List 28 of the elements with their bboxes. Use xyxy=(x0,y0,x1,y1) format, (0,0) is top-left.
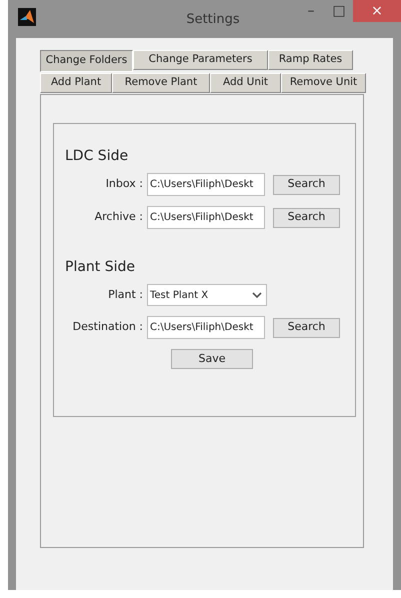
field-label: Plant : xyxy=(107,286,144,303)
section-heading: Plant Side xyxy=(65,258,136,277)
plant-dropdown[interactable]: Test Plant X xyxy=(147,284,267,306)
tab[interactable]: Change Folders xyxy=(40,50,133,72)
tab[interactable]: Add Plant xyxy=(40,73,112,93)
tab[interactable]: Add Unit xyxy=(210,73,281,93)
search-button[interactable]: Search xyxy=(273,174,340,194)
minimize-button[interactable]: – xyxy=(297,0,325,22)
search-button[interactable]: Search xyxy=(273,318,340,338)
maximize-button[interactable]: □ xyxy=(325,0,353,22)
close-button[interactable]: × xyxy=(353,0,401,22)
path-field[interactable]: C:\Users\Filiph\Deskt xyxy=(147,206,265,229)
search-button[interactable]: Search xyxy=(273,208,340,228)
window-title: Settings xyxy=(185,11,241,29)
field-label: Destination : xyxy=(72,319,144,336)
dropdown-value: Test Plant X xyxy=(150,288,208,302)
caret-icon xyxy=(250,290,264,300)
tab[interactable]: Remove Unit xyxy=(281,73,366,93)
tab[interactable]: Remove Plant xyxy=(112,73,210,93)
app-icon xyxy=(18,8,36,26)
section-heading: LDC Side xyxy=(65,147,130,166)
tab[interactable]: Ramp Rates xyxy=(268,50,353,70)
field-label: Archive : xyxy=(94,209,144,226)
path-field[interactable]: C:\Users\Filiph\Deskt xyxy=(147,173,265,196)
path-field[interactable]: C:\Users\Filiph\Deskt xyxy=(147,316,265,339)
field-label: Inbox : xyxy=(104,176,144,192)
tab[interactable]: Change Parameters xyxy=(133,50,268,70)
save-button[interactable]: Save xyxy=(171,349,253,369)
